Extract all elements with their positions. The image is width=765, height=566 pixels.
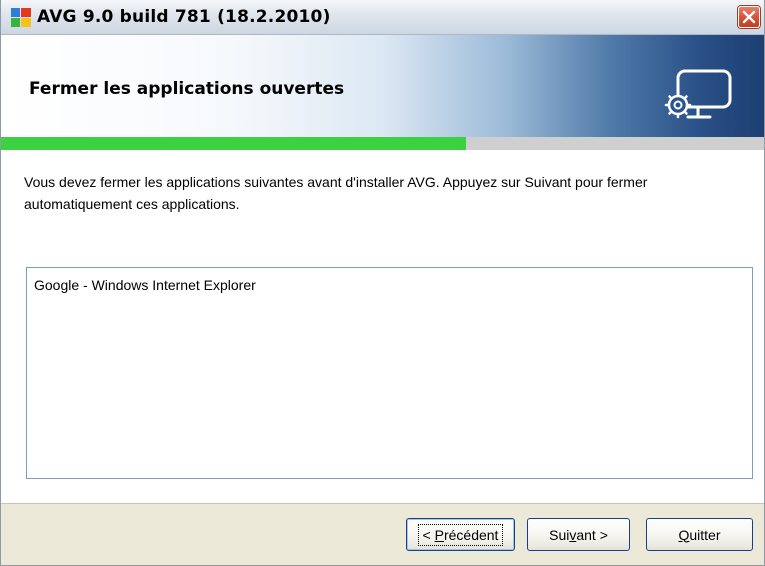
quit-label-suffix: uitter (689, 526, 721, 543)
instructions-text: Vous devez fermer les applications suiva… (24, 174, 648, 212)
previous-label-suffix: récédent (443, 526, 499, 543)
close-icon (742, 10, 756, 24)
applications-list[interactable]: Google - Windows Internet Explorer (26, 267, 753, 479)
page-title: Fermer les applications ouvertes (29, 79, 345, 99)
content-panel: Vous devez fermer les applications suiva… (1, 150, 764, 504)
quit-mnemonic: Q (678, 526, 690, 543)
quit-button[interactable]: Quitter (646, 518, 753, 551)
installer-window: AVG 9.0 build 781 (18.2.2010) Fermer les… (0, 0, 765, 566)
previous-mnemonic: P (434, 526, 444, 543)
next-button[interactable]: Sui v ant > (527, 518, 630, 551)
window-title: AVG 9.0 build 781 (18.2.2010) (37, 7, 331, 27)
computer-gear-icon (664, 69, 732, 119)
close-button[interactable] (738, 6, 760, 28)
list-item[interactable]: Google - Windows Internet Explorer (34, 277, 256, 293)
next-label-prefix: Sui (549, 526, 570, 543)
previous-button[interactable]: < Précédent (406, 518, 515, 551)
header-banner: Fermer les applications ouvertes (1, 35, 764, 137)
focus-rectangle: < Précédent (417, 523, 504, 546)
progress-bar (1, 137, 764, 150)
progress-fill (1, 137, 467, 150)
avg-logo-icon (11, 8, 31, 27)
footer-divider (1, 503, 764, 504)
title-bar[interactable]: AVG 9.0 build 781 (18.2.2010) (1, 0, 764, 35)
next-label-suffix: ant > (576, 526, 608, 543)
previous-label-prefix: < (422, 526, 435, 543)
next-mnemonic: v (569, 526, 577, 543)
